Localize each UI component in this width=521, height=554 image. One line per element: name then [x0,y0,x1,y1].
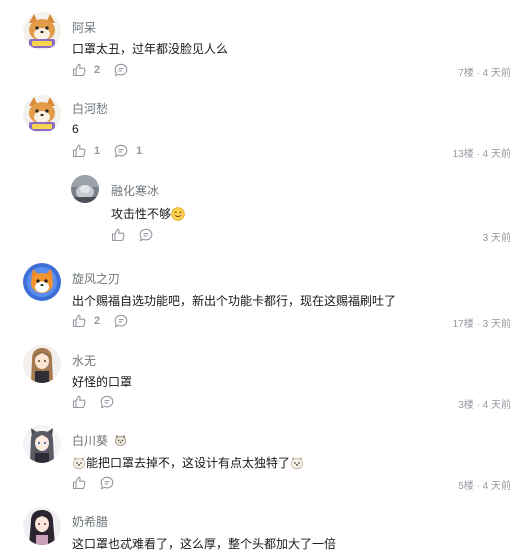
reply-item: 融化寒冰 攻击性不够 3 天前 [0,170,521,250]
like-icon[interactable] [72,395,86,409]
reply-count: 1 [136,145,143,157]
shiba-dog-avatar-icon [23,12,61,50]
comment-actions [72,475,114,491]
timestamp: 4 天前 [482,68,511,79]
anime-girl-avatar-icon [23,345,61,383]
user-avatar[interactable] [23,507,61,545]
comment-item: 旋风之刃 出个赐福自选功能吧，新出个功能卡都行，现在这赐福刷吐了 2 17楼 ·… [0,258,521,338]
timestamp: 3 天前 [482,233,511,244]
username[interactable]: 水无 [72,352,96,369]
like-icon[interactable] [72,63,86,77]
comment-item: 水无 好怪的口罩 3楼 · 4 天前 [0,338,521,418]
comment-meta: 13楼 · 4 天前 [452,149,511,160]
username[interactable]: 白川葵 [72,432,127,449]
username-text: 白川葵 [72,434,109,448]
comment-text: 好怪的口罩 [72,375,133,389]
comment-item: 阿呆 口罩太丑，过年都没脸见人么 2 7楼 · 4 天前 [0,0,521,90]
comment-text-content: 能把口罩去掉不，这设计有点太独特了 [86,456,291,470]
comment-meta: 3楼 · 4 天前 [458,400,511,411]
comment-item: 奶希腊 这口罩也忒难看了，这么厚，整个头都加大了一倍 [0,500,521,554]
username[interactable]: 阿呆 [72,19,96,36]
anime-girl-dark-hair-avatar-icon [23,507,61,545]
comment-actions: 1 1 [72,143,142,159]
reply-actions [111,227,153,243]
comment-text: 出个赐福自选功能吧，新出个功能卡都行，现在这赐福刷吐了 [72,294,397,308]
comment-item: 白河愁 6 1 1 13楼 · 4 天前 融化寒冰 攻击性不够 3 天前 [0,90,521,258]
floor-number: 3楼 [458,400,474,411]
reply-username[interactable]: 融化寒冰 [111,182,159,199]
dog-face-emoji-icon [290,456,304,470]
floor-number: 5楼 [458,481,474,492]
reply-icon[interactable] [114,63,128,77]
like-icon[interactable] [72,314,86,328]
username[interactable]: 旋风之刃 [72,270,120,287]
shiba-dog-avatar-icon [23,95,61,133]
reply-user-avatar[interactable] [71,175,99,203]
user-avatar[interactable] [23,12,61,50]
like-count: 2 [94,315,101,327]
floor-number: 7楼 [458,68,474,79]
timestamp: 3 天前 [482,319,511,330]
like-count: 2 [94,64,101,76]
username[interactable]: 奶希腊 [72,513,108,530]
reply-text: 攻击性不够 [111,205,185,222]
username[interactable]: 白河愁 [72,100,108,117]
comment-text: 这口罩也忒难看了，这么厚，整个头都加大了一倍 [72,537,337,551]
dog-face-emoji-icon [72,456,86,470]
like-icon[interactable] [72,144,86,158]
reply-meta: 3 天前 [483,229,511,244]
reply-icon[interactable] [114,314,128,328]
comment-item: 白川葵 能把口罩去掉不，这设计有点太独特了 5楼 · 4 天前 [0,418,521,500]
like-count: 1 [94,145,101,157]
reply-icon[interactable] [114,144,128,158]
comment-meta: 17楼 · 3 天前 [452,319,511,330]
comment-actions: 2 [72,62,128,78]
comment-text: 能把口罩去掉不，这设计有点太独特了 [72,454,304,471]
comment-meta: 5楼 · 4 天前 [458,481,511,492]
reply-icon[interactable] [139,228,153,242]
user-avatar[interactable] [23,95,61,133]
anime-catgirl-avatar-icon [23,425,61,463]
dog-face-badge-icon [114,434,127,447]
reply-text-content: 攻击性不够 [111,207,172,221]
timestamp: 4 天前 [482,400,511,411]
floor-number: 13楼 [452,149,474,160]
comment-actions [72,394,114,410]
comment-text: 口罩太丑，过年都没脸见人么 [72,42,229,56]
comment-actions: 2 [72,313,128,329]
floor-number: 17楼 [452,319,474,330]
fox-avatar-icon [23,263,61,301]
comment-text: 6 [72,122,79,136]
reply-icon[interactable] [100,395,114,409]
user-avatar[interactable] [23,425,61,463]
user-avatar[interactable] [23,263,61,301]
reply-icon[interactable] [100,476,114,490]
photo-avatar-icon [71,175,99,203]
user-avatar[interactable] [23,345,61,383]
like-icon[interactable] [72,476,86,490]
smiling-face-emoji-icon [171,207,185,221]
comment-meta: 7楼 · 4 天前 [458,68,511,79]
like-icon[interactable] [111,228,125,242]
timestamp: 4 天前 [482,481,511,492]
timestamp: 4 天前 [482,149,511,160]
